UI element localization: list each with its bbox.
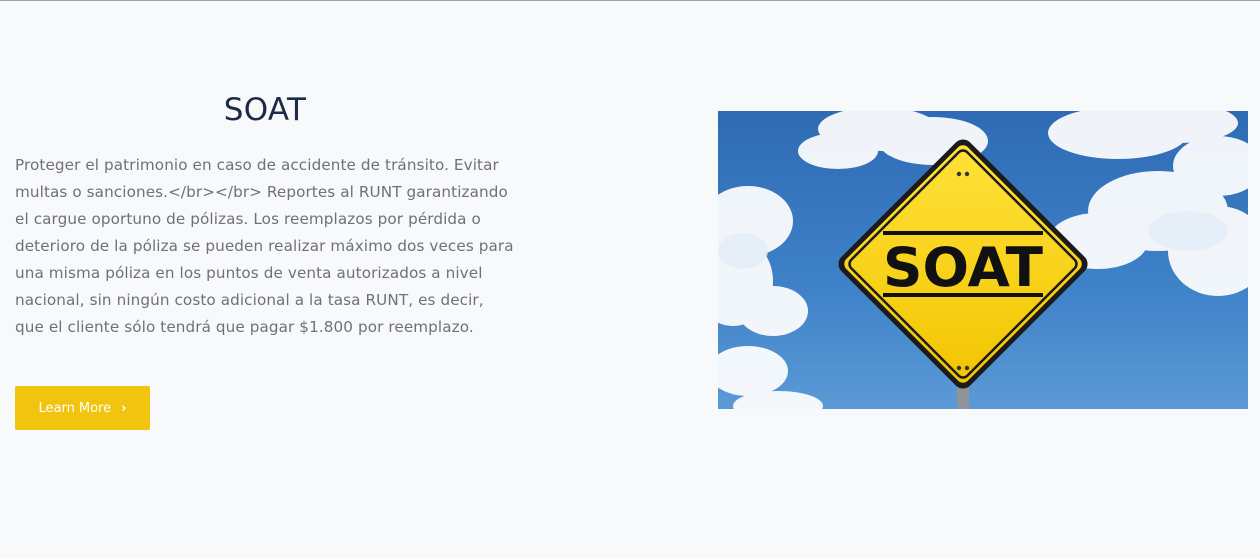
soat-sign-image: SOAT [718, 111, 1248, 409]
learn-more-label: Learn More [38, 400, 112, 416]
content-column: SOAT Proteger el patrimonio en caso de a… [15, 88, 515, 341]
top-divider [0, 0, 1260, 1]
chevron-right-icon: › [121, 400, 127, 416]
section-description: Proteger el patrimonio en caso de accide… [15, 156, 514, 336]
sign-text: SOAT [883, 236, 1043, 299]
learn-more-button[interactable]: Learn More › [15, 386, 150, 430]
section-title: SOAT [223, 92, 307, 128]
